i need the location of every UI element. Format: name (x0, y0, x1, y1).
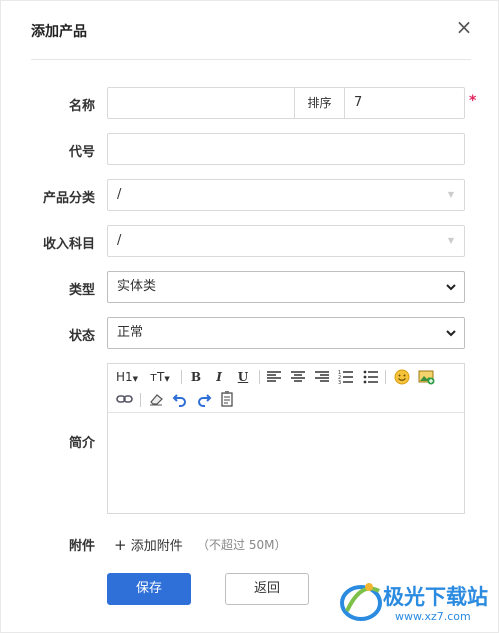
bold-button[interactable]: B (187, 368, 205, 386)
header-divider (31, 59, 471, 60)
plus-icon: + (114, 536, 127, 554)
underline-button[interactable]: U (234, 368, 252, 386)
paste-icon[interactable] (220, 390, 236, 407)
income-subject-value: / (117, 233, 122, 248)
chevron-down-icon (446, 330, 456, 337)
category-select[interactable]: / ▼ (107, 179, 465, 211)
type-value: 实体类 (117, 279, 157, 294)
chevron-down-icon (446, 284, 456, 291)
type-select[interactable]: 实体类 (107, 271, 465, 303)
income-subject-select[interactable]: / ▼ (107, 225, 465, 257)
back-button[interactable]: 返回 (225, 573, 309, 605)
align-center-icon[interactable] (290, 370, 306, 384)
code-label: 代号 (68, 145, 95, 160)
emoji-icon[interactable] (394, 369, 410, 385)
intro-label: 简介 (68, 436, 95, 451)
align-right-icon[interactable] (314, 370, 330, 384)
align-left-icon[interactable] (266, 370, 282, 384)
ordered-list-icon[interactable]: 1 2 3 (338, 369, 354, 385)
link-icon[interactable] (116, 392, 133, 406)
name-label: 名称 (68, 99, 95, 114)
required-mark: * (469, 93, 477, 109)
income-subject-label: 收入科目 (42, 237, 95, 252)
category-value: / (117, 187, 122, 202)
chevron-down-icon: ▼ (447, 236, 454, 245)
undo-icon[interactable] (172, 391, 188, 407)
dialog-title: 添加产品 (31, 24, 87, 40)
add-attachment-label: 添加附件 (130, 539, 183, 554)
attachment-size-hint: （不超过 50M） (197, 538, 287, 552)
font-size-dropdown[interactable]: тT▼ (150, 368, 176, 386)
redo-icon[interactable] (196, 391, 212, 407)
sort-addon-label: 排序 (294, 88, 345, 118)
intro-editor: H1▼ тT▼ B I U 1 2 3 (107, 363, 465, 514)
watermark-url: www.xz7.com (395, 610, 471, 623)
unordered-list-icon[interactable] (363, 369, 379, 385)
italic-button[interactable]: I (210, 368, 228, 386)
toolbar-separator (259, 370, 260, 384)
status-select[interactable]: 正常 (107, 317, 465, 349)
dialog-header: 添加产品 × (1, 1, 498, 59)
add-product-dialog: 添加产品 × 名称 排序 7 * 代号 产品分类 / ▼ 收入科目 / ▼ 类型… (0, 0, 499, 633)
close-icon[interactable]: × (453, 16, 475, 38)
toolbar-separator (181, 370, 182, 384)
watermark-logo: 极光下载站 www.xz7.com (337, 571, 497, 629)
image-icon[interactable] (418, 369, 435, 385)
save-button[interactable]: 保存 (107, 573, 191, 605)
status-label: 状态 (68, 329, 95, 344)
watermark-text: 极光下载站 (383, 585, 488, 609)
eraser-icon[interactable] (148, 391, 164, 407)
add-attachment-link[interactable]: + 添加附件 (114, 535, 183, 554)
toolbar-separator (140, 393, 141, 407)
editor-toolbar: H1▼ тT▼ B I U 1 2 3 (108, 364, 464, 413)
code-input[interactable] (107, 133, 465, 165)
svg-text:3: 3 (338, 380, 341, 385)
heading-dropdown[interactable]: H1▼ (116, 368, 142, 386)
sort-input[interactable]: 7 (354, 88, 362, 118)
attachment-label: 附件 (68, 539, 95, 554)
name-field[interactable]: 排序 7 (107, 87, 465, 119)
toolbar-separator (385, 370, 386, 384)
chevron-down-icon: ▼ (447, 190, 454, 199)
watermark-swirl-icon (340, 583, 382, 621)
type-label: 类型 (68, 283, 95, 298)
status-value: 正常 (117, 325, 144, 340)
category-label: 产品分类 (42, 191, 95, 206)
editor-content-area[interactable] (108, 413, 464, 513)
